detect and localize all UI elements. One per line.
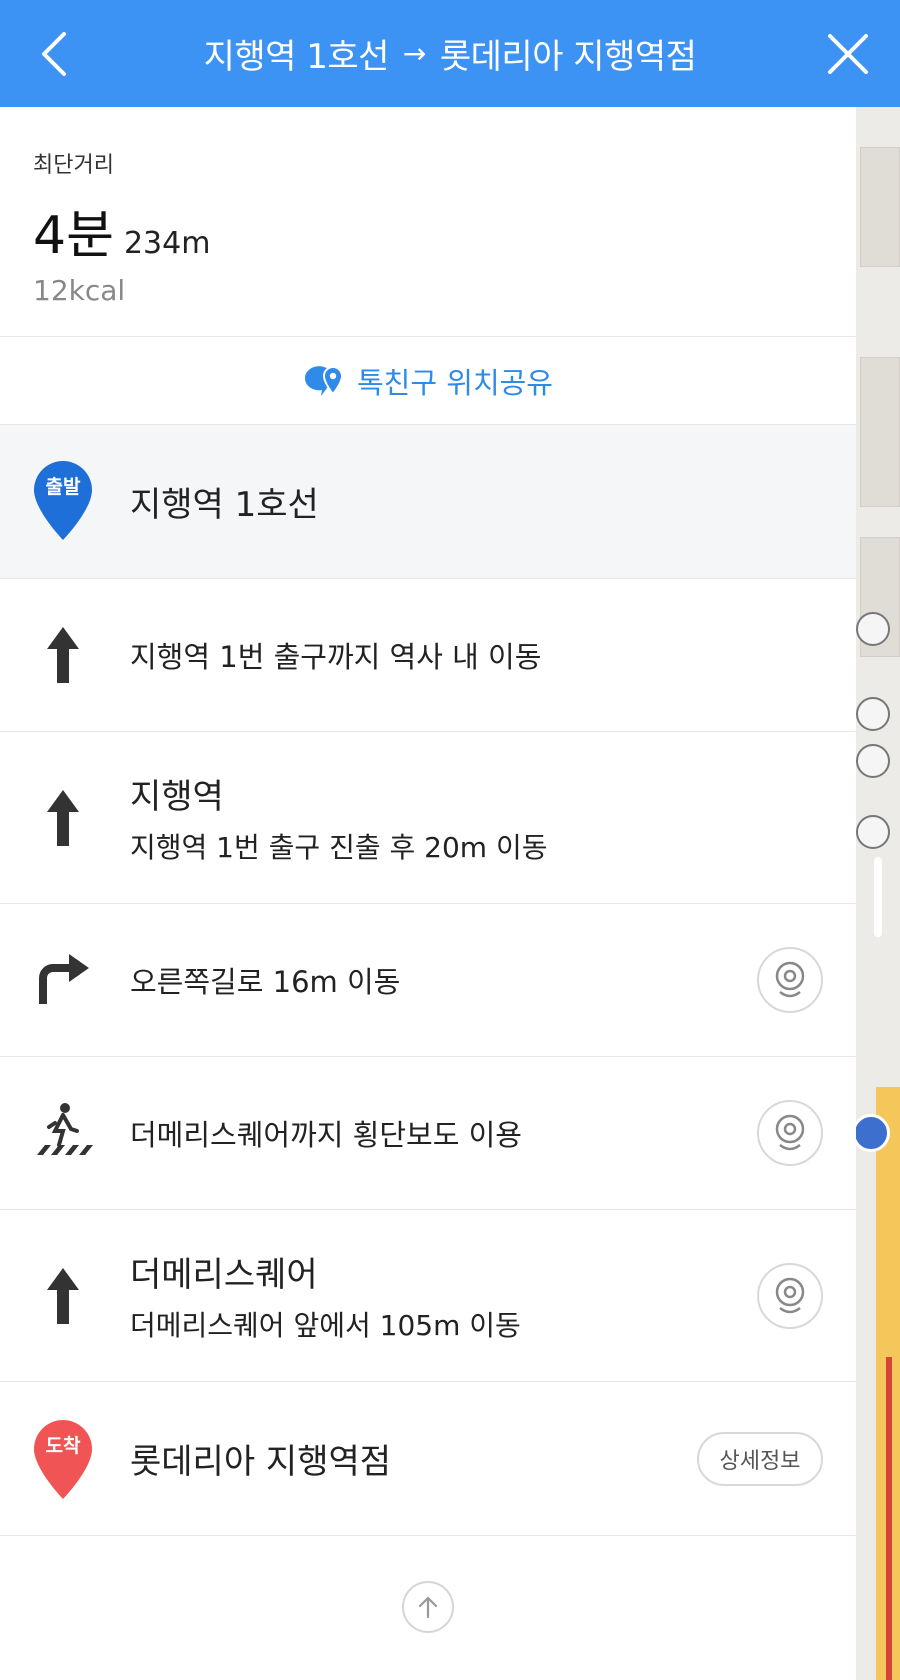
step-text: 더메리스퀘어까지 횡단보도 이용 (130, 1118, 522, 1152)
step-title: 더메리스퀘어 (130, 1255, 318, 1295)
arrow-separator: → (402, 37, 426, 70)
end-pin-icon: 도착 (30, 1418, 96, 1502)
start-pin-icon: 출발 (30, 459, 96, 543)
route-step-2[interactable]: 지행역 지행역 1번 출구 진출 후 20m 이동 (0, 732, 856, 904)
route-title: 지행역 1호선 → 롯데리아 지행역점 (204, 29, 697, 78)
route-panel: 최단거리 4분 234m 12kcal 톡친구 위치공유 출발 지행역 1호선 … (0, 107, 856, 1680)
step-text: 더메리스퀘어 앞에서 105m 이동 (130, 1309, 521, 1342)
end-point[interactable]: 도착 롯데리아 지행역점 상세정보 (0, 1382, 856, 1536)
route-step-3[interactable]: 오른쪽길로 16m 이동 (0, 904, 856, 1057)
step-text: 오른쪽길로 16m 이동 (130, 965, 401, 999)
restaurant-poi-icon[interactable] (856, 612, 890, 646)
street-view-button[interactable] (757, 1262, 823, 1329)
map-scroll-indicator (874, 857, 882, 937)
step-text: 지행역 1번 출구 진출 후 20m 이동 (130, 831, 548, 864)
route-step-5[interactable]: 더메리스퀘어 더메리스퀘어 앞에서 105m 이동 (0, 1210, 856, 1382)
scroll-top-button[interactable] (402, 1581, 454, 1633)
top-bar: 지행역 1호선 → 롯데리아 지행역점 (0, 0, 900, 107)
hospital-poi-icon[interactable] (856, 815, 890, 849)
map-block (860, 147, 900, 267)
start-name: 지행역 1호선 (130, 485, 319, 525)
route-step-1[interactable]: 지행역 1번 출구까지 역사 내 이동 (0, 579, 856, 732)
end-name: 롯데리아 지행역점 (130, 1442, 392, 1482)
route-type-label: 최단거리 (33, 153, 114, 178)
arrow-up-icon (418, 1596, 438, 1619)
route-step-4[interactable]: 더메리스퀘어까지 횡단보도 이용 (0, 1057, 856, 1210)
duration: 4분 (33, 206, 114, 266)
building-poi-icon[interactable] (856, 744, 890, 778)
route-summary: 최단거리 4분 234m 12kcal (0, 107, 856, 337)
map-view[interactable] (856, 107, 900, 1680)
close-icon[interactable] (818, 24, 878, 84)
distance: 234m (123, 226, 211, 261)
roadview-icon (775, 1114, 805, 1151)
arrow-up-icon (30, 788, 96, 848)
step-text: 지행역 1번 출구까지 역사 내 이동 (130, 640, 542, 674)
roadview-icon (775, 961, 805, 998)
roadview-icon (775, 1277, 805, 1313)
chevron-left-icon[interactable] (26, 24, 86, 84)
share-location-button[interactable]: 톡친구 위치공유 (0, 337, 856, 425)
street-view-button[interactable] (757, 1100, 823, 1166)
arrow-up-icon (30, 1266, 96, 1326)
origin-title: 지행역 1호선 (203, 37, 390, 77)
step-title: 지행역 (130, 777, 224, 817)
route-line (886, 1357, 892, 1680)
crosswalk-icon (30, 1101, 96, 1157)
street-view-button[interactable] (757, 947, 823, 1013)
end-badge: 도착 (45, 1435, 81, 1457)
talk-location-icon (304, 365, 344, 396)
detail-info-button[interactable]: 상세정보 (697, 1431, 823, 1486)
arrow-up-icon (30, 625, 96, 685)
calories: 12kcal (33, 274, 126, 307)
map-block (860, 357, 900, 507)
share-label: 톡친구 위치공유 (357, 365, 553, 400)
start-badge: 출발 (45, 476, 81, 498)
start-point[interactable]: 출발 지행역 1호선 (0, 425, 856, 579)
cafe-poi-icon[interactable] (856, 697, 890, 731)
destination-title: 롯데리아 지행역점 (439, 37, 697, 77)
turn-right-icon (30, 950, 96, 1006)
